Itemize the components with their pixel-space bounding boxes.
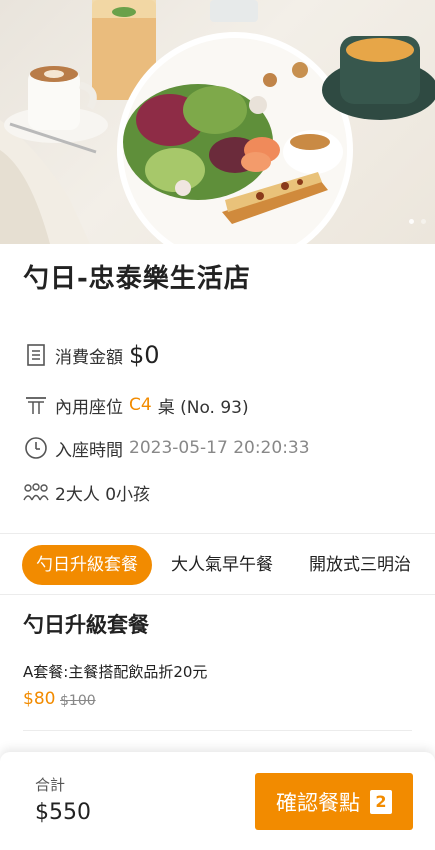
- table-icon: [23, 392, 49, 418]
- category-tabs: 勺日升級套餐 大人氣早午餐 開放式三明治: [0, 545, 435, 587]
- people-icon: [23, 479, 49, 505]
- section-title: 勺日升級套餐: [23, 613, 149, 637]
- tab-open-sandwich[interactable]: 開放式三明治: [309, 545, 411, 585]
- store-name: 勺日-忠泰樂生活店: [23, 264, 251, 294]
- divider: [23, 730, 412, 731]
- carousel-dot[interactable]: [421, 219, 426, 224]
- time-label: 入座時間: [55, 440, 123, 461]
- total-value: $550: [35, 800, 91, 825]
- seat-table: C4: [129, 395, 152, 415]
- checkout-bar: 合計 $550 確認餐點 2: [0, 752, 435, 850]
- divider: [0, 533, 435, 534]
- seat-label: 內用座位: [55, 397, 123, 418]
- guests-row: 2大人 0小孩: [23, 477, 150, 507]
- clock-icon: [23, 435, 49, 461]
- amount-label: 消費金額: [55, 347, 123, 368]
- total-label: 合計: [35, 776, 66, 794]
- guests-text: 2大人 0小孩: [55, 484, 151, 505]
- seat-suffix: 桌 (No. 93): [157, 397, 249, 418]
- receipt-icon: [23, 342, 49, 368]
- confirm-order-label: 確認餐點: [276, 790, 360, 815]
- cart-count-badge: 2: [370, 789, 392, 814]
- time-row: 入座時間 2023-05-17 20:20:33: [23, 433, 310, 463]
- amount-row: 消費金額 $0: [23, 340, 160, 370]
- time-value: 2023-05-17 20:20:33: [129, 438, 310, 458]
- carousel-dot[interactable]: [409, 219, 414, 224]
- confirm-order-button[interactable]: 確認餐點 2: [255, 773, 413, 830]
- seat-row: 內用座位 C4 桌 (No. 93): [23, 390, 249, 420]
- divider: [0, 594, 435, 595]
- tab-popular-brunch[interactable]: 大人氣早午餐: [171, 545, 273, 585]
- menu-item-price: $80: [23, 689, 56, 709]
- menu-item-name: A套餐:主餐搭配飲品折20元: [23, 663, 208, 681]
- tab-upgrade-set[interactable]: 勺日升級套餐: [22, 545, 152, 585]
- hero-image: [0, 0, 435, 244]
- menu-item-original-price: $100: [60, 693, 96, 709]
- amount-value: $0: [129, 341, 160, 369]
